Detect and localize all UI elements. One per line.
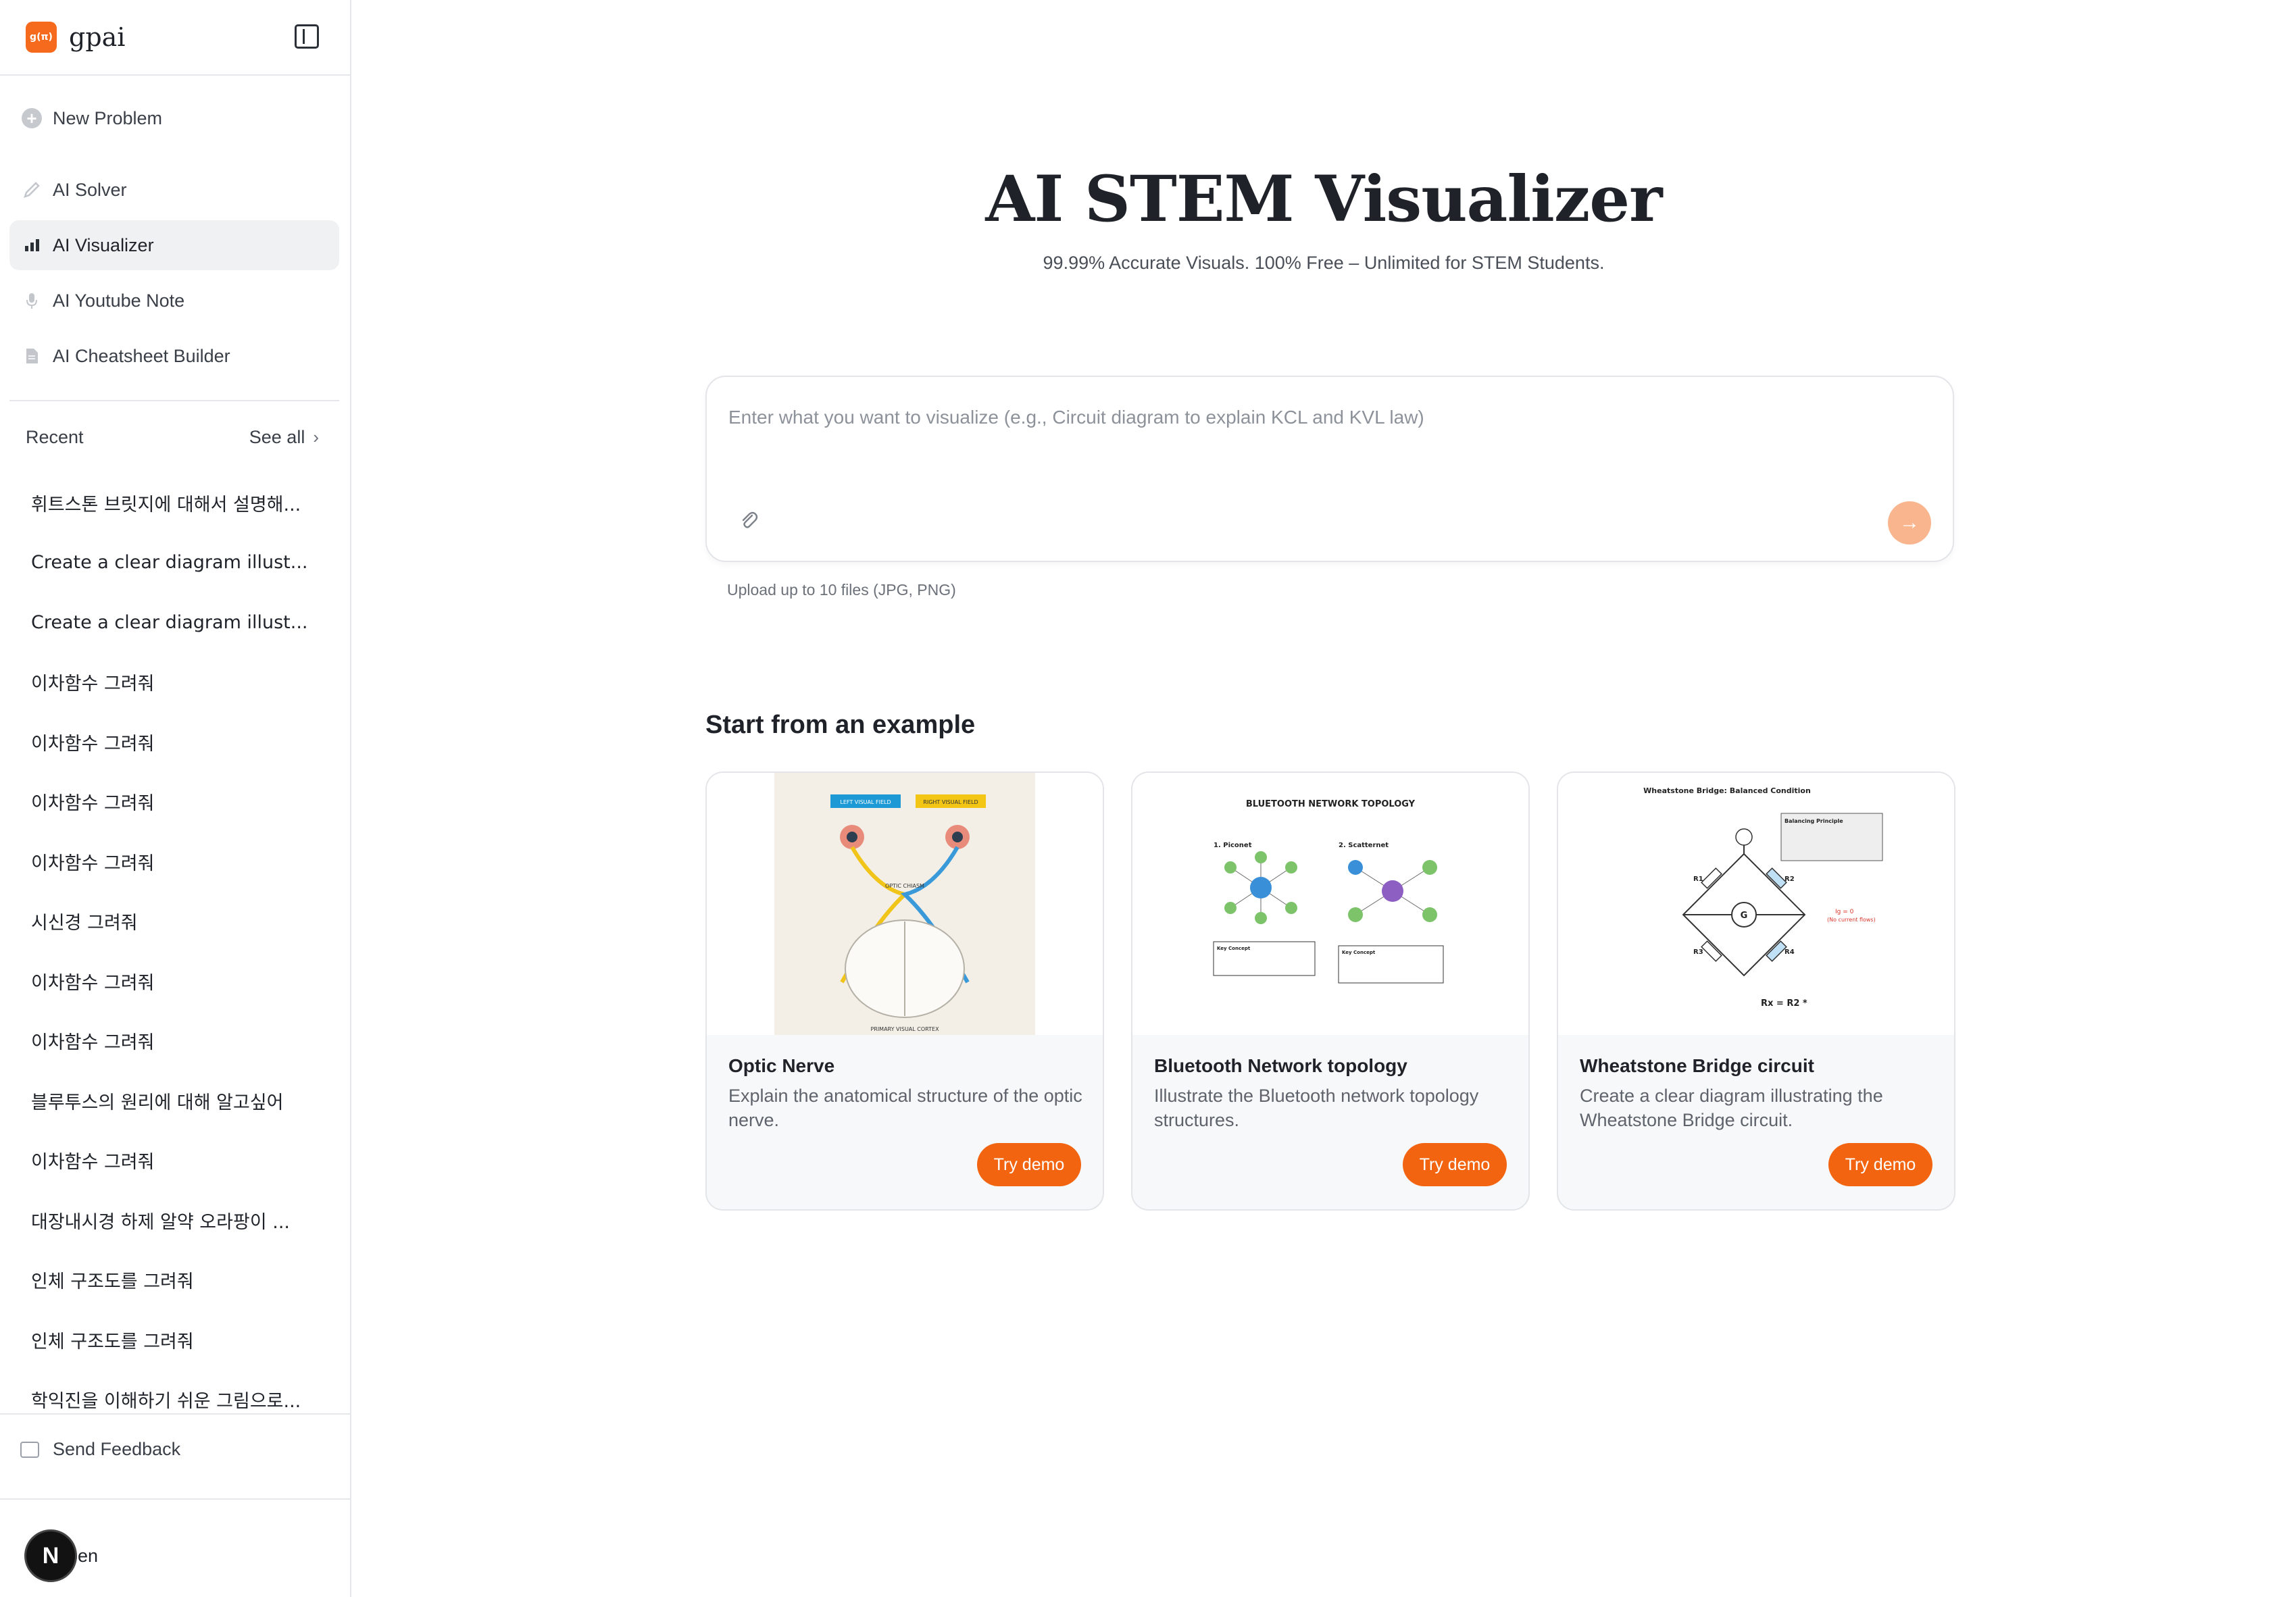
plus-circle-icon: + <box>22 108 42 128</box>
card-title: Wheatstone Bridge circuit <box>1580 1055 1814 1076</box>
try-demo-button[interactable]: Try demo <box>977 1143 1081 1186</box>
upload-hint: Upload up to 10 files (JPG, PNG) <box>727 581 956 599</box>
thumb-label: R2 <box>1785 876 1795 883</box>
see-all-label: See all <box>249 427 305 447</box>
examples-title: Start from an example <box>705 711 976 739</box>
divider <box>0 74 350 76</box>
divider <box>0 1413 350 1415</box>
nav-item-ai-youtube-note[interactable]: AI Youtube Note <box>9 276 339 326</box>
recent-item[interactable]: 이차함수 그려줘 <box>31 832 315 892</box>
avatar: N <box>24 1529 77 1582</box>
thumb-label: Ig = 0 <box>1835 909 1854 915</box>
new-problem-button[interactable]: + New Problem <box>9 93 339 143</box>
thumb-label: OPTIC CHIASM <box>885 883 924 889</box>
paperclip-icon[interactable] <box>738 509 759 531</box>
thumb-label: R4 <box>1785 948 1795 956</box>
thumb-label: RIGHT VISUAL FIELD <box>923 799 978 805</box>
try-demo-button[interactable]: Try demo <box>1403 1143 1507 1186</box>
document-icon <box>22 346 42 366</box>
nav-label: AI Solver <box>53 179 127 200</box>
thumb-label: 2. Scatternet <box>1339 842 1389 849</box>
send-button[interactable]: → <box>1888 501 1931 544</box>
new-problem-label: New Problem <box>53 107 163 128</box>
recent-header: Recent See all › <box>26 427 319 448</box>
thumb-label: LEFT VISUAL FIELD <box>840 799 891 805</box>
example-card-wheatstone[interactable]: Wheatstone Bridge: Balanced Condition Ba… <box>1557 771 1955 1211</box>
sidebar: g(π) gpai + New Problem AI Solver AI Vis… <box>0 0 351 1597</box>
card-title: Optic Nerve <box>728 1055 835 1076</box>
see-all-link[interactable]: See all › <box>249 427 319 448</box>
recent-title: Recent <box>26 427 84 447</box>
page-subtitle: 99.99% Accurate Visuals. 100% Free – Unl… <box>1043 253 1605 273</box>
divider <box>0 1498 350 1500</box>
pencil-icon <box>22 180 42 200</box>
recent-item[interactable]: 시신경 그려줘 <box>31 892 315 952</box>
thumb-label: Key Concept <box>1217 946 1251 951</box>
microphone-icon <box>22 290 42 311</box>
recent-item[interactable]: 휘트스톤 브릿지에 대해서 설명해... <box>31 473 315 533</box>
card-description: Illustrate the Bluetooth network topolog… <box>1154 1086 1479 1130</box>
thumb-label: PRIMARY VISUAL CORTEX <box>870 1026 939 1032</box>
recent-item[interactable]: Create a clear diagram illust... <box>31 533 315 593</box>
recent-item[interactable]: 이차함수 그려줘 <box>31 951 315 1011</box>
thumb-label: G <box>1741 911 1748 921</box>
nav-item-ai-solver[interactable]: AI Solver <box>9 165 339 215</box>
example-card-optic-nerve[interactable]: LEFT VISUAL FIELD RIGHT VISUAL FIELD OPT… <box>705 771 1104 1211</box>
nav-label: AI Youtube Note <box>53 290 185 311</box>
example-thumbnail: LEFT VISUAL FIELD RIGHT VISUAL FIELD OPT… <box>707 773 1103 1035</box>
recent-item[interactable]: 인체 구조도를 그려줘 <box>31 1310 315 1370</box>
card-title: Bluetooth Network topology <box>1154 1055 1407 1076</box>
chevron-right-icon: › <box>313 427 319 447</box>
thumb-label: (No current flows) <box>1827 917 1876 923</box>
thumb-label: Balancing Principle <box>1785 818 1843 824</box>
recent-item[interactable]: 학익진을 이해하기 쉬운 그림으로... <box>31 1370 315 1430</box>
try-demo-button[interactable]: Try demo <box>1828 1143 1932 1186</box>
recent-item[interactable]: 블루투스의 원리에 대해 알고싶어 <box>31 1071 315 1131</box>
recent-item[interactable]: Create a clear diagram illust... <box>31 592 315 653</box>
chat-icon <box>20 1441 39 1458</box>
brand-logo: g(π) <box>26 22 57 53</box>
prompt-input[interactable] <box>728 404 1877 431</box>
recent-item[interactable]: 대장내시경 하제 알약 오라팡이 ... <box>31 1190 315 1250</box>
brand-name: gpai <box>69 22 126 52</box>
prompt-box: → <box>705 376 1954 562</box>
example-card-bluetooth[interactable]: BLUETOOTH NETWORK TOPOLOGY 1. Piconet 2.… <box>1131 771 1530 1211</box>
thumb-label: R1 <box>1693 876 1703 883</box>
nav-item-ai-visualizer[interactable]: AI Visualizer <box>9 220 339 270</box>
recent-item[interactable]: 이차함수 그려줘 <box>31 712 315 772</box>
divider <box>9 400 339 401</box>
recent-item[interactable]: 이차함수 그려줘 <box>31 1131 315 1191</box>
thumb-label: Wheatstone Bridge: Balanced Condition <box>1643 786 1811 795</box>
send-feedback-button[interactable]: Send Feedback <box>20 1439 180 1460</box>
nav-item-ai-cheatsheet-builder[interactable]: AI Cheatsheet Builder <box>9 331 339 381</box>
recent-item[interactable]: 이차함수 그려줘 <box>31 1011 315 1071</box>
thumb-label: Key Concept <box>1342 950 1376 955</box>
arrow-right-icon: → <box>1899 511 1920 534</box>
brand[interactable]: g(π) gpai <box>26 22 125 53</box>
nav-label: AI Visualizer <box>53 234 154 255</box>
thumb-label: Rx = R2 * <box>1761 998 1807 1009</box>
example-thumbnail: BLUETOOTH NETWORK TOPOLOGY 1. Piconet 2.… <box>1132 773 1528 1035</box>
example-thumbnail: Wheatstone Bridge: Balanced Condition Ba… <box>1558 773 1954 1035</box>
recent-item[interactable]: 이차함수 그려줘 <box>31 653 315 713</box>
card-description: Create a clear diagram illustrating the … <box>1580 1086 1883 1130</box>
nav-label: AI Cheatsheet Builder <box>53 345 230 366</box>
sidebar-toggle-icon[interactable] <box>295 24 319 49</box>
recent-item[interactable]: 이차함수 그려줘 <box>31 772 315 832</box>
send-feedback-label: Send Feedback <box>53 1439 181 1459</box>
recent-list: 휘트스톤 브릿지에 대해서 설명해... Create a clear diag… <box>31 473 315 1429</box>
thumb-label: R3 <box>1693 948 1703 956</box>
recent-item[interactable]: 인체 구조도를 그려줘 <box>31 1250 315 1311</box>
card-description: Explain the anatomical structure of the … <box>728 1086 1082 1130</box>
thumb-label: 1. Piconet <box>1214 842 1252 849</box>
bar-chart-icon <box>22 235 42 255</box>
page-title: AI STEM Visualizer <box>985 162 1662 236</box>
thumb-label: BLUETOOTH NETWORK TOPOLOGY <box>1246 799 1416 809</box>
user-profile[interactable]: N ben <box>24 1529 98 1582</box>
